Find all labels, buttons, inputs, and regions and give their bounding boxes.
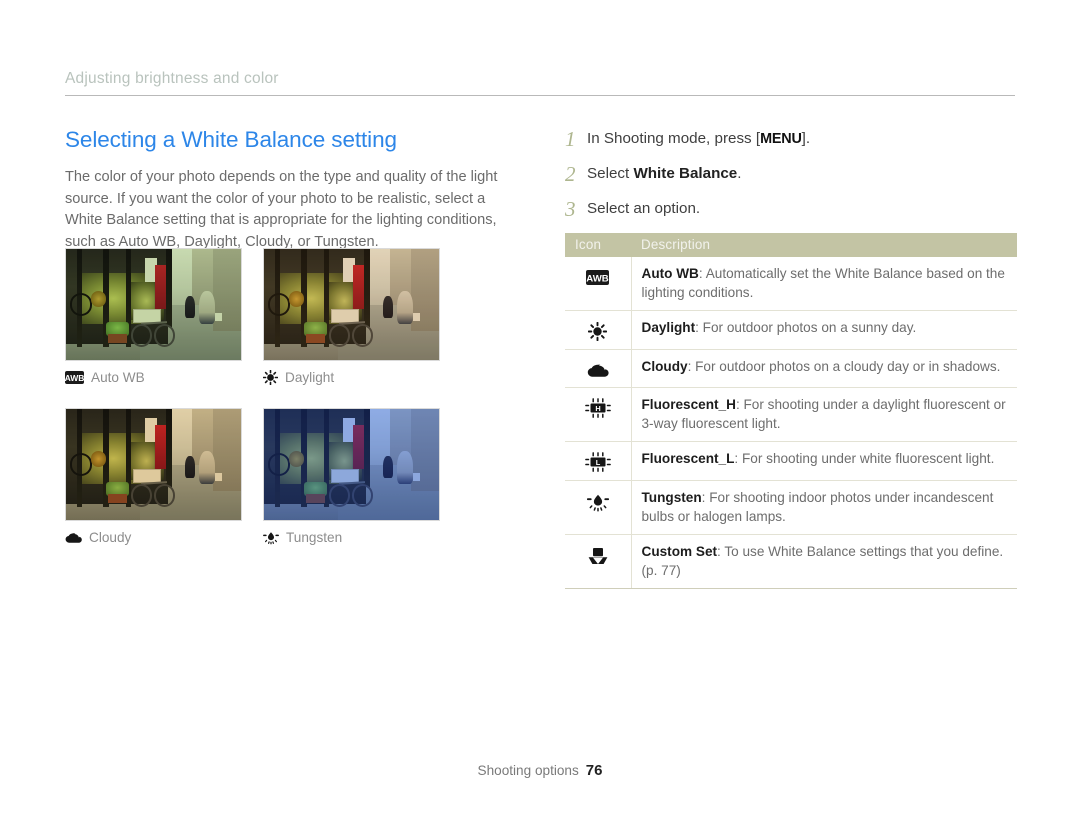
step-2-suffix: .	[737, 165, 742, 182]
table-row: H Fluorescent_H: For shooting under a da…	[565, 387, 1017, 442]
table-row: Custom Set: To use White Balance setting…	[565, 534, 1017, 590]
sample-caption: Cloudy	[65, 530, 242, 545]
intro-paragraph: The color of your photo depends on the t…	[65, 169, 498, 250]
white-balance-tint	[66, 249, 241, 360]
step-text: Select White Balance.	[587, 163, 741, 185]
sample-row-top: AWB Auto WB Daylight	[65, 248, 525, 386]
row-description-cell: Daylight: For outdoor photos on a sunny …	[631, 310, 1017, 350]
sample-caption-label: Cloudy	[89, 530, 132, 545]
sun-icon	[588, 321, 608, 342]
cloud-icon	[65, 532, 82, 544]
row-icon-cell	[565, 534, 632, 590]
step-number: 1	[565, 127, 576, 151]
svg-text:AWB: AWB	[65, 373, 84, 383]
page-title: Selecting a White Balance setting	[65, 127, 397, 152]
sample-caption-label: Auto WB	[91, 370, 145, 385]
row-icon-cell: L	[565, 441, 632, 482]
row-icon-cell: H	[565, 387, 632, 442]
sample-auto-wb: AWB Auto WB	[65, 248, 242, 385]
column-header-description: Description	[631, 233, 1017, 257]
row-description-cell: Cloudy: For outdoor photos on a cloudy d…	[631, 349, 1017, 388]
step-1: 1 In Shooting mode, press [MENU].	[565, 128, 1017, 150]
running-header-text: Adjusting brightness and color	[65, 70, 279, 87]
cloud-icon	[587, 363, 609, 378]
white-balance-menu-label: White Balance	[633, 165, 738, 182]
step-1-suffix: ].	[801, 130, 811, 147]
sample-row-bottom: Cloudy Tungsten	[65, 408, 525, 545]
manual-page: Adjusting brightness and color Selecting…	[0, 0, 1080, 815]
step-2: 2 Select White Balance.	[565, 163, 1017, 185]
fluorescent-l-icon: L	[584, 452, 611, 473]
table-row: Cloudy: For outdoor photos on a cloudy d…	[565, 349, 1017, 388]
sample-cloudy: Cloudy	[65, 408, 242, 545]
bulb-icon	[586, 492, 609, 512]
option-description: : For shooting under white fluorescent l…	[734, 450, 995, 466]
option-name: Cloudy	[641, 358, 688, 374]
sample-photo-image	[263, 248, 440, 361]
sample-caption: AWB Auto WB	[65, 370, 242, 385]
left-column: Selecting a White Balance setting The co…	[65, 126, 515, 253]
menu-button-key: MENU	[760, 131, 802, 147]
table-header-row: Icon Description	[565, 233, 1017, 257]
fluorescent-h-icon: H	[584, 398, 611, 419]
row-description-cell: Fluorescent_L: For shooting under white …	[631, 441, 1017, 482]
option-description: : For outdoor photos on a cloudy day or …	[687, 358, 1001, 374]
option-name: Tungsten	[641, 490, 702, 506]
awb-badge-icon: AWB	[65, 371, 84, 384]
row-icon-cell	[565, 349, 632, 388]
sample-caption-label: Tungsten	[286, 530, 343, 545]
sample-photo-image	[65, 248, 242, 361]
row-icon-cell	[565, 480, 632, 536]
custom-set-icon	[587, 547, 609, 565]
option-name: Daylight	[641, 320, 696, 335]
sample-caption-label: Daylight	[285, 370, 335, 385]
sample-caption: Daylight	[262, 369, 440, 386]
row-icon-cell	[565, 310, 632, 350]
svg-text:AWB: AWB	[587, 273, 609, 284]
option-name: Auto WB	[641, 266, 699, 281]
white-balance-options-table: Icon Description AWB Auto WB: Automatica…	[565, 233, 1017, 590]
sample-daylight: Daylight	[262, 248, 440, 386]
step-2-prefix: Select	[587, 165, 634, 182]
table-row: AWB Auto WB: Automatically set the White…	[565, 257, 1017, 311]
sun-icon	[262, 369, 279, 386]
option-name: Fluorescent_H	[641, 396, 736, 412]
step-1-prefix: In Shooting mode, press [	[587, 130, 761, 147]
row-description-cell: Auto WB: Automatically set the White Bal…	[631, 257, 1017, 311]
option-description: : For outdoor photos on a sunny day.	[695, 320, 917, 335]
option-name: Custom Set	[641, 544, 718, 560]
row-description-cell: Tungsten: For shooting indoor photos und…	[631, 480, 1017, 536]
table-row: L Fluorescent_L: For shooting under whit…	[565, 441, 1017, 482]
sample-photo-grid: AWB Auto WB Daylight Cloudy Tungsten	[65, 248, 525, 545]
sample-photo-image	[263, 408, 440, 521]
row-icon-cell: AWB	[565, 257, 632, 311]
row-description-cell: Custom Set: To use White Balance setting…	[631, 534, 1017, 590]
sample-caption: Tungsten	[263, 530, 440, 545]
table-row: Daylight: For outdoor photos on a sunny …	[565, 310, 1017, 350]
right-column: 1 In Shooting mode, press [MENU]. 2 Sele…	[565, 128, 1017, 590]
table-row: Tungsten: For shooting indoor photos und…	[565, 480, 1017, 536]
page-number: 76	[585, 762, 603, 779]
svg-text:L: L	[595, 458, 600, 467]
running-header: Adjusting brightness and color	[65, 70, 1015, 96]
footer-section-label: Shooting options	[477, 763, 579, 778]
step-3: 3 Select an option.	[565, 198, 1017, 220]
page-footer: Shooting options 76	[0, 762, 1080, 779]
step-text: In Shooting mode, press [MENU].	[587, 128, 810, 150]
step-text: Select an option.	[587, 200, 701, 217]
sample-tungsten: Tungsten	[263, 408, 440, 545]
row-description-cell: Fluorescent_H: For shooting under a dayl…	[631, 387, 1017, 442]
option-name: Fluorescent_L	[641, 450, 735, 466]
awb-badge-icon: AWB	[586, 269, 610, 285]
column-header-icon: Icon	[565, 233, 631, 257]
step-number: 3	[565, 197, 576, 221]
header-divider	[65, 95, 1015, 96]
step-number: 2	[565, 162, 576, 186]
white-balance-tint	[66, 409, 241, 520]
sample-photo-image	[65, 408, 242, 521]
bulb-icon	[263, 530, 279, 545]
svg-text:H: H	[595, 404, 600, 413]
